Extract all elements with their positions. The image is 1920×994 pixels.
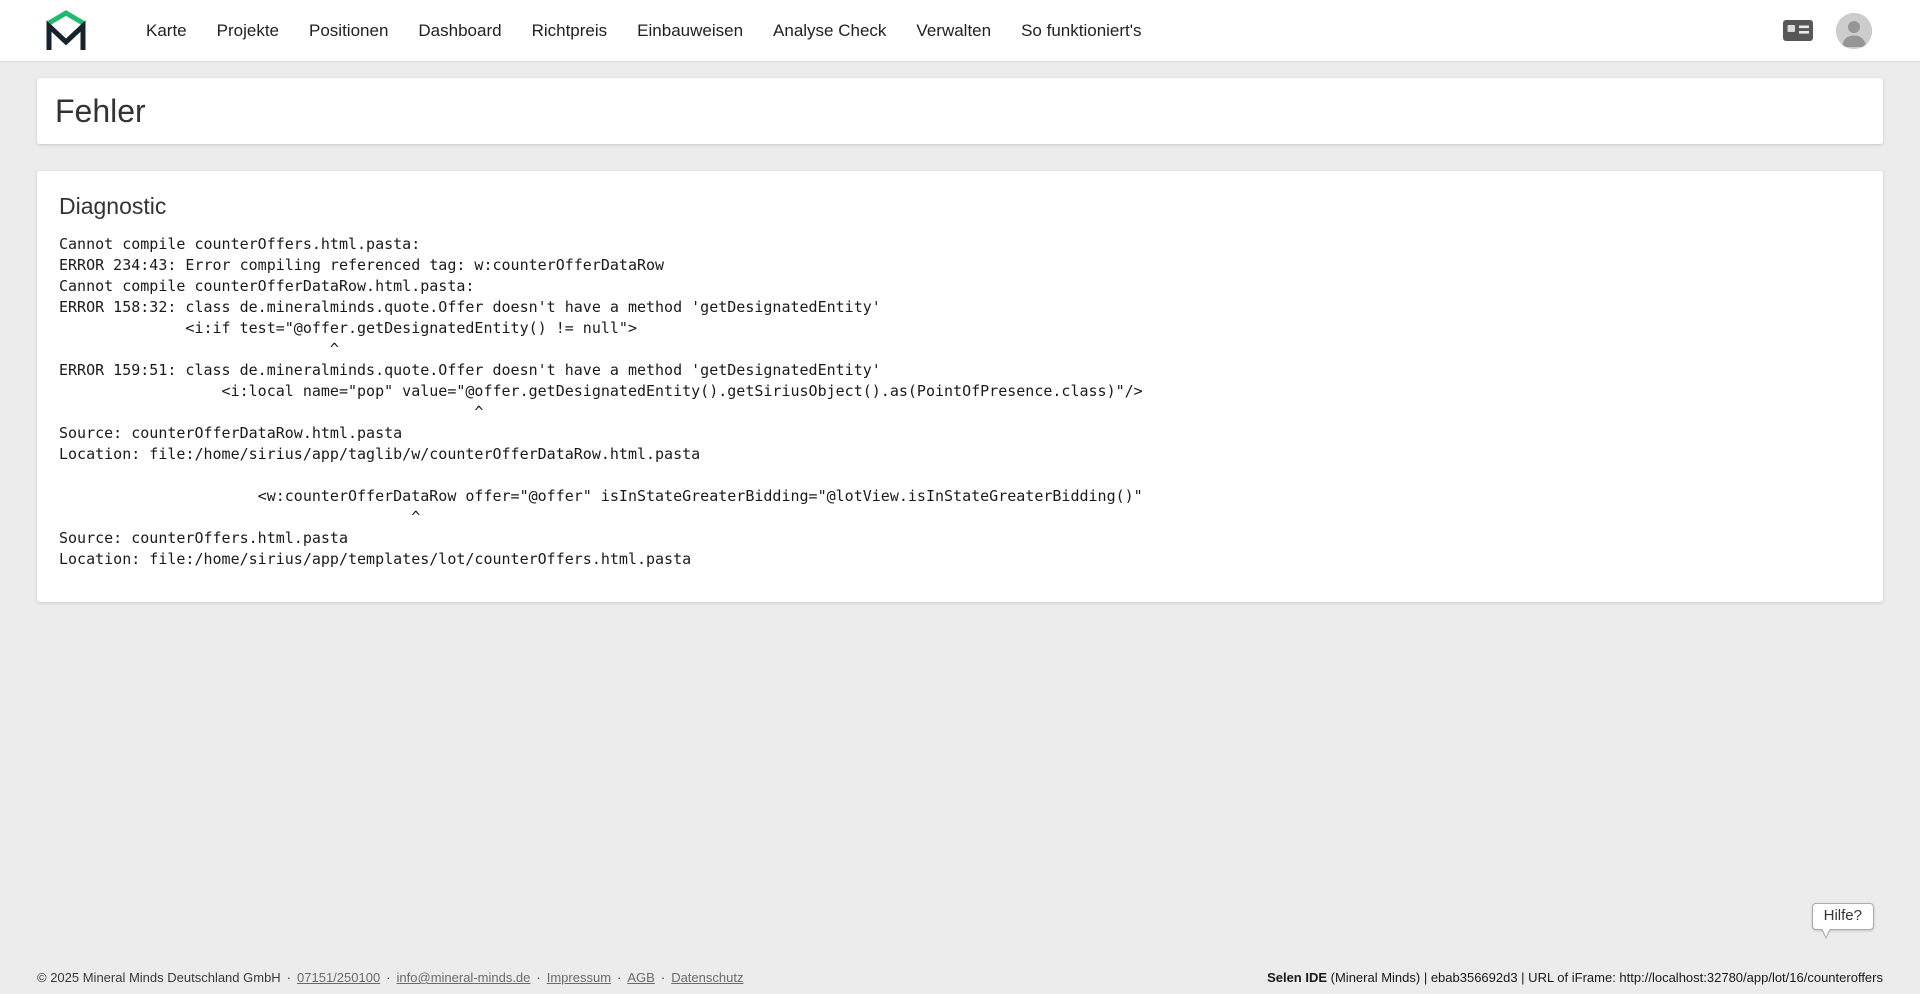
nav-item-karte[interactable]: Karte <box>146 0 187 61</box>
iframe-url-info: (Mineral Minds) | ebab356692d3 | URL of … <box>1327 970 1883 985</box>
email-link[interactable]: info@mineral-minds.de <box>397 970 531 985</box>
nav-item-so-funktionierts[interactable]: So funktioniert's <box>1021 0 1141 61</box>
nav-item-einbauweisen[interactable]: Einbauweisen <box>637 0 743 61</box>
separator-dot: · <box>661 970 665 985</box>
datenschutz-link[interactable]: Datenschutz <box>671 970 743 985</box>
phone-link[interactable]: 07151/250100 <box>297 970 380 985</box>
footer: © 2025 Mineral Minds Deutschland GmbH · … <box>37 970 1883 985</box>
help-button[interactable]: Hilfe? <box>1812 903 1874 930</box>
nav-item-projekte[interactable]: Projekte <box>217 0 279 61</box>
topbar-actions <box>1782 13 1872 49</box>
top-navigation-bar: Karte Projekte Positionen Dashboard Rich… <box>0 0 1920 61</box>
nav-item-verwalten[interactable]: Verwalten <box>916 0 991 61</box>
footer-legal: © 2025 Mineral Minds Deutschland GmbH · … <box>37 970 743 985</box>
logo-m-icon <box>44 9 88 53</box>
separator-dot: · <box>386 970 390 985</box>
ide-name: Selen IDE <box>1267 970 1327 985</box>
copyright-text: © 2025 Mineral Minds Deutschland GmbH <box>37 970 281 985</box>
nav-item-richtpreis[interactable]: Richtpreis <box>532 0 608 61</box>
separator-dot: · <box>536 970 540 985</box>
separator-dot: · <box>287 970 291 985</box>
page-title: Fehler <box>55 93 146 130</box>
nav-item-dashboard[interactable]: Dashboard <box>418 0 501 61</box>
debug-info: Selen IDE (Mineral Minds) | ebab356692d3… <box>1267 970 1883 985</box>
user-avatar-icon[interactable] <box>1836 13 1872 49</box>
diagnostic-output: Cannot compile counterOffers.html.pasta:… <box>59 234 1861 570</box>
mineral-minds-logo[interactable] <box>44 9 88 53</box>
main-nav: Karte Projekte Positionen Dashboard Rich… <box>146 0 1142 61</box>
nav-item-positionen[interactable]: Positionen <box>309 0 388 61</box>
diagnostic-card: Diagnostic Cannot compile counterOffers.… <box>37 171 1883 602</box>
diagnostic-heading: Diagnostic <box>59 193 1861 220</box>
agb-link[interactable]: AGB <box>627 970 654 985</box>
separator-dot: · <box>617 970 621 985</box>
error-card: Fehler <box>37 78 1883 144</box>
nav-item-analyse-check[interactable]: Analyse Check <box>773 0 886 61</box>
payment-card-icon[interactable] <box>1782 19 1814 42</box>
impressum-link[interactable]: Impressum <box>547 970 611 985</box>
